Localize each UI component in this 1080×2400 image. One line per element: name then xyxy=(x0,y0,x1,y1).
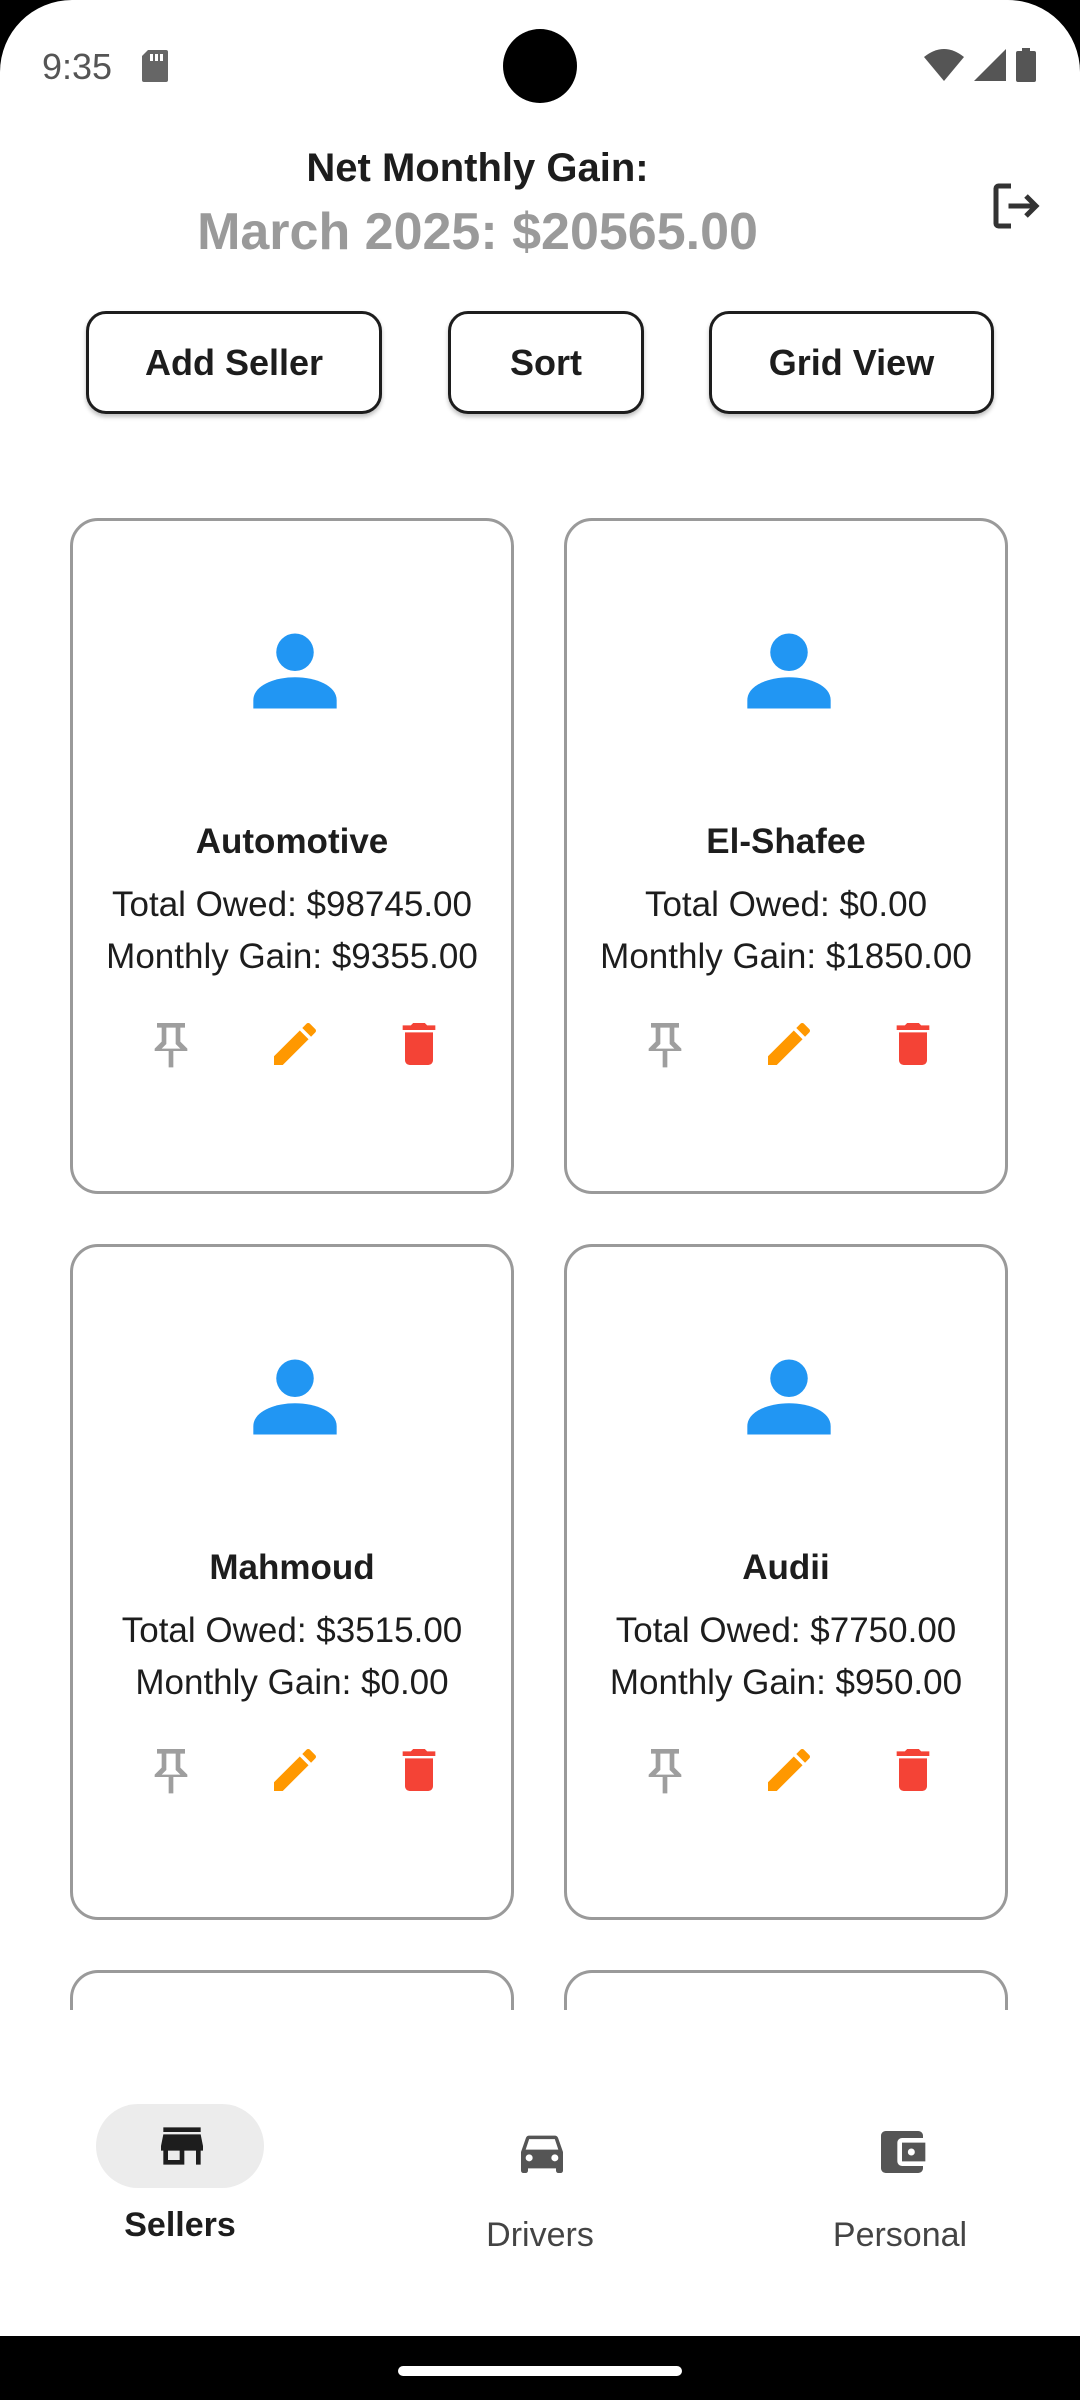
nav-item-drivers[interactable]: Drivers xyxy=(360,2054,720,2254)
seller-monthly-gain: Monthly Gain: $950.00 xyxy=(609,1663,963,1702)
nav-label-drivers: Drivers xyxy=(486,2216,594,2254)
pin-icon[interactable] xyxy=(637,1742,693,1798)
edit-icon[interactable] xyxy=(267,1742,323,1798)
signal-icon xyxy=(974,49,1006,81)
seller-card[interactable]: El-Shafee Total Owed: $0.00 Monthly Gain… xyxy=(564,518,1008,1194)
person-icon xyxy=(253,633,337,709)
seller-name: Automotive xyxy=(195,822,389,861)
seller-monthly-gain: Monthly Gain: $1850.00 xyxy=(600,937,972,976)
person-icon xyxy=(253,1359,337,1435)
seller-card[interactable]: Mahmoud Total Owed: $3515.00 Monthly Gai… xyxy=(70,1244,514,1920)
seller-monthly-gain: Monthly Gain: $9355.00 xyxy=(106,937,478,976)
seller-monthly-gain: Monthly Gain: $0.00 xyxy=(135,1663,449,1702)
delete-icon[interactable] xyxy=(885,1742,941,1798)
sort-button[interactable]: Sort xyxy=(448,311,644,414)
pin-icon[interactable] xyxy=(637,1016,693,1072)
person-icon xyxy=(747,633,831,709)
add-seller-button[interactable]: Add Seller xyxy=(86,311,382,414)
delete-icon[interactable] xyxy=(391,1742,447,1798)
seller-card-partial[interactable] xyxy=(564,1970,1008,2010)
person-icon xyxy=(747,1359,831,1435)
seller-name: Mahmoud xyxy=(209,1548,375,1587)
edit-icon[interactable] xyxy=(761,1016,817,1072)
nav-label-sellers: Sellers xyxy=(124,2206,236,2244)
seller-total-owed: Total Owed: $7750.00 xyxy=(615,1611,957,1650)
seller-total-owed: Total Owed: $0.00 xyxy=(644,885,928,924)
logout-icon[interactable] xyxy=(986,176,1046,236)
battery-icon xyxy=(1016,48,1036,82)
store-icon xyxy=(161,2127,203,2165)
seller-card-partial[interactable] xyxy=(70,1970,514,2010)
seller-card[interactable]: Audii Total Owed: $7750.00 Monthly Gain:… xyxy=(564,1244,1008,1920)
page-title: Net Monthly Gain: xyxy=(306,146,649,190)
gesture-home-bar[interactable] xyxy=(398,2366,682,2376)
nav-label-personal: Personal xyxy=(832,2216,968,2254)
app-screen: 9:35 Net Monthly Gain: March 2025: $2056… xyxy=(0,0,1080,2336)
bottom-navigation: Sellers Drivers Personal xyxy=(0,2054,1080,2336)
pin-icon[interactable] xyxy=(143,1016,199,1072)
status-bar: 9:35 xyxy=(0,0,1080,134)
grid-scroll-edge xyxy=(0,2014,1080,2054)
system-icons xyxy=(924,48,1036,82)
delete-icon[interactable] xyxy=(885,1016,941,1072)
delete-icon[interactable] xyxy=(391,1016,447,1072)
grid-view-button[interactable]: Grid View xyxy=(709,311,994,414)
sd-card-icon xyxy=(142,50,168,82)
camera-cutout xyxy=(503,29,577,103)
nav-item-sellers[interactable]: Sellers xyxy=(0,2054,360,2254)
seller-total-owed: Total Owed: $3515.00 xyxy=(121,1611,463,1650)
edit-icon[interactable] xyxy=(267,1016,323,1072)
net-gain-value: March 2025: $20565.00 xyxy=(197,203,758,261)
nav-item-personal[interactable]: Personal xyxy=(720,2054,1080,2254)
seller-total-owed: Total Owed: $98745.00 xyxy=(112,885,472,924)
car-icon xyxy=(521,2135,563,2173)
edit-icon[interactable] xyxy=(761,1742,817,1798)
pin-icon[interactable] xyxy=(143,1742,199,1798)
wallet-icon xyxy=(881,2131,926,2173)
seller-card[interactable]: Automotive Total Owed: $98745.00 Monthly… xyxy=(70,518,514,1194)
wifi-icon xyxy=(924,49,964,81)
status-time: 9:35 xyxy=(42,46,113,87)
seller-name: Audii xyxy=(742,1548,830,1587)
seller-name: El-Shafee xyxy=(706,822,866,861)
